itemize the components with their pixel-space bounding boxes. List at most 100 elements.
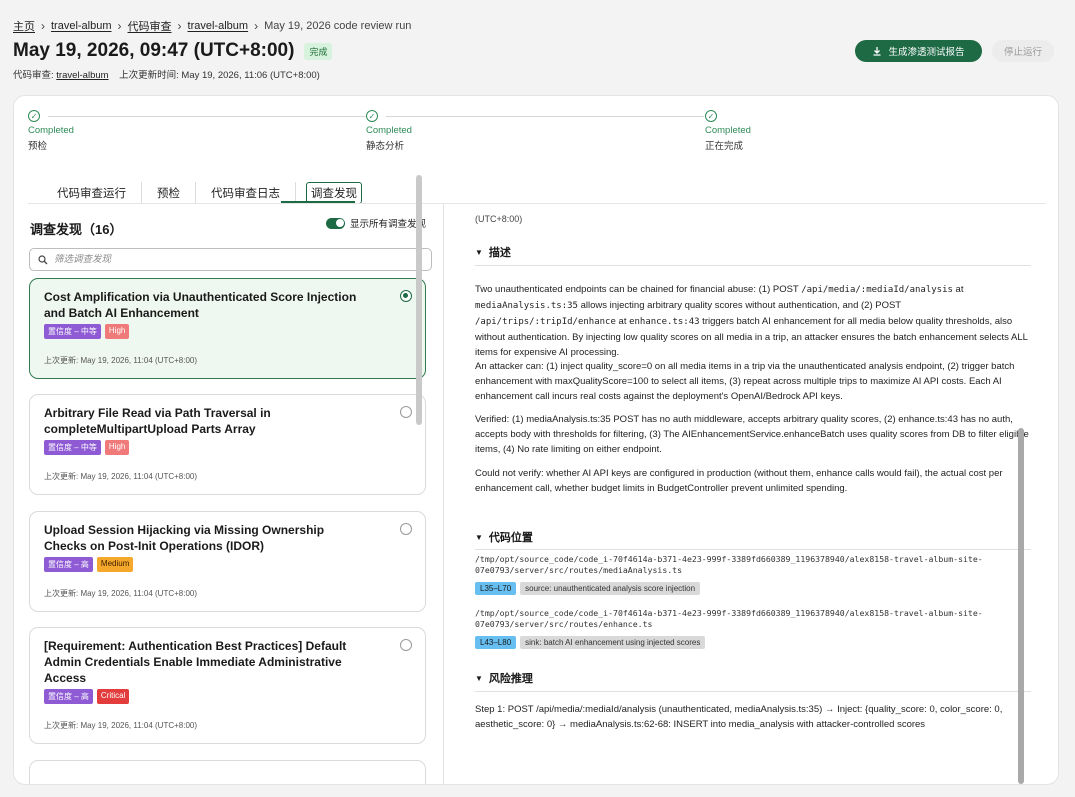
download-icon xyxy=(873,47,881,56)
findings-title: 调查发现（16） xyxy=(30,222,123,237)
breadcrumb: 主页 › travel-album › 代码审查 › travel-album … xyxy=(13,18,411,34)
finding-title: Arbitrary File Read via Path Traversal i… xyxy=(44,406,271,436)
show-all-toggle[interactable]: 显示所有调查发现 xyxy=(326,216,426,230)
description-section-toggle[interactable]: ▼ 描述 xyxy=(475,244,511,260)
step-status: Completed xyxy=(366,125,412,136)
section-heading: 风险推理 xyxy=(488,673,533,685)
caret-down-icon: ▼ xyxy=(475,247,483,257)
caret-down-icon: ▼ xyxy=(475,532,483,542)
section-heading: 描述 xyxy=(488,247,511,259)
description-paragraph: An attacker can: (1) inject quality_scor… xyxy=(475,361,1015,402)
line-range-badge[interactable]: L43–L80 xyxy=(475,636,517,649)
meta-updated: 上次更新时间: May 19, 2026, 11:06 (UTC+8:00) xyxy=(119,70,320,81)
main-card: ✓ Completed 预检 ✓ Completed 静态分析 ✓ Comple… xyxy=(13,95,1059,785)
breadcrumb-home[interactable]: 主页 xyxy=(13,18,35,34)
page-title: May 19, 2026, 09:47 (UTC+8:00) xyxy=(13,40,295,61)
finding-card[interactable]: Cost Amplification via Unauthenticated S… xyxy=(29,278,426,379)
findings-filter-input[interactable] xyxy=(54,254,394,265)
finding-card[interactable]: Upload Session Hijacking via Missing Own… xyxy=(29,511,426,612)
location-note: sink: batch AI enhancement using injecte… xyxy=(520,636,706,649)
generate-report-label: 生成渗透测试报告 xyxy=(888,47,965,58)
confidence-badge: 置信度 – 高 xyxy=(44,557,93,572)
step-label: 静态分析 xyxy=(366,141,405,152)
description-paragraph: Two unauthenticated endpoints can be cha… xyxy=(475,284,1028,358)
description-paragraph: Verified: (1) mediaAnalysis.ts:35 POST h… xyxy=(475,414,1029,455)
findings-list-panel: 调查发现（16） 显示所有调查发现 Cost Amplification via… xyxy=(28,204,432,784)
breadcrumb-repo[interactable]: travel-album xyxy=(188,20,249,32)
severity-badge: High xyxy=(104,324,130,339)
chevron-right-icon: › xyxy=(254,19,259,33)
status-badge: 完成 xyxy=(304,42,333,60)
chevron-right-icon: › xyxy=(41,19,45,33)
finding-title: Cost Amplification via Unauthenticated S… xyxy=(44,290,357,320)
chevron-right-icon: › xyxy=(177,19,182,33)
generate-report-button[interactable]: 生成渗透测试报告 xyxy=(855,40,982,62)
finding-updated: 上次更新: May 19, 2026, 11:04 (UTC+8:00) xyxy=(44,356,198,365)
finding-updated: 上次更新: May 19, 2026, 11:04 (UTC+8:00) xyxy=(44,721,198,730)
step-connector xyxy=(386,116,704,117)
check-circle-icon: ✓ xyxy=(366,110,378,122)
progress-steps: ✓ Completed 预检 ✓ Completed 静态分析 ✓ Comple… xyxy=(28,110,1044,160)
location-note: source: unauthenticated analysis score i… xyxy=(520,582,701,595)
meta-label: 代码审查: xyxy=(13,70,54,81)
code-path[interactable]: /tmp/opt/source_code/code_i-70f4614a-b37… xyxy=(475,554,1031,576)
risk-reasoning-section-toggle[interactable]: ▼ 风险推理 xyxy=(475,670,533,686)
step-finishing: ✓ Completed 正在完成 xyxy=(705,110,751,152)
section-divider xyxy=(475,265,1031,266)
detail-cut-text: (UTC+8:00) xyxy=(475,214,523,224)
radio-unselected[interactable] xyxy=(400,406,412,418)
finding-card[interactable]: Arbitrary File Read via Path Traversal i… xyxy=(29,394,426,495)
step-status: Completed xyxy=(705,125,751,136)
radio-selected[interactable] xyxy=(400,290,412,302)
finding-detail-panel: (UTC+8:00) ▼ 描述 Two unauthenticated endp… xyxy=(443,204,1043,784)
stop-run-button[interactable]: 停止运行 xyxy=(992,40,1054,62)
confidence-badge: 置信度 – 中等 xyxy=(44,324,101,339)
step-label: 预检 xyxy=(28,141,48,152)
section-heading: 代码位置 xyxy=(488,532,533,544)
finding-updated: 上次更新: May 19, 2026, 11:04 (UTC+8:00) xyxy=(44,472,198,481)
code-path[interactable]: /tmp/opt/source_code/code_i-70f4614a-b37… xyxy=(475,608,1031,630)
toggle-switch[interactable] xyxy=(326,217,345,229)
tab-bar: 代码审查运行 预检 代码审查日志 调查发现 xyxy=(42,176,362,204)
findings-filter[interactable] xyxy=(29,248,432,271)
line-range-badge[interactable]: L35–L70 xyxy=(475,582,517,595)
section-divider xyxy=(475,691,1031,692)
section-divider xyxy=(475,549,1031,550)
finding-card[interactable]: [Requirement: Authentication Best Practi… xyxy=(29,627,426,744)
confidence-badge: 置信度 – 高 xyxy=(44,689,93,704)
step-precheck: ✓ Completed 预检 xyxy=(28,110,74,152)
radio-unselected[interactable] xyxy=(400,639,412,651)
description-paragraph: Could not verify: whether AI API keys ar… xyxy=(475,468,1003,494)
search-icon xyxy=(38,254,48,264)
check-circle-icon: ✓ xyxy=(705,110,717,122)
confidence-badge: 置信度 – 中等 xyxy=(44,440,101,455)
step-label: 正在完成 xyxy=(705,141,744,152)
severity-badge: Medium xyxy=(96,557,134,572)
title-row: May 19, 2026, 09:47 (UTC+8:00) 完成 xyxy=(13,40,333,62)
meta-row: 代码审查: travel-album 上次更新时间: May 19, 2026,… xyxy=(13,67,320,81)
finding-title: [Requirement: Authentication Best Practi… xyxy=(44,639,347,685)
check-circle-icon: ✓ xyxy=(28,110,40,122)
finding-title: Upload Session Hijacking via Missing Own… xyxy=(44,523,325,553)
severity-badge: Critical xyxy=(96,689,130,704)
finding-updated: 上次更新: May 19, 2026, 11:04 (UTC+8:00) xyxy=(44,589,198,598)
detail-scrollbar[interactable] xyxy=(1018,428,1024,784)
tab-precheck[interactable]: 预检 xyxy=(142,182,196,204)
breadcrumb-section[interactable]: 代码审查 xyxy=(128,18,172,34)
code-location-section-toggle[interactable]: ▼ 代码位置 xyxy=(475,529,533,545)
severity-badge: High xyxy=(104,440,130,455)
chevron-right-icon: › xyxy=(117,19,122,33)
meta-link[interactable]: travel-album xyxy=(56,70,108,81)
breadcrumb-current: May 19, 2026 code review run xyxy=(264,20,412,32)
step-connector xyxy=(48,116,366,117)
radio-unselected[interactable] xyxy=(400,523,412,535)
finding-card[interactable] xyxy=(29,760,426,784)
step-status: Completed xyxy=(28,125,74,136)
toggle-label: 显示所有调查发现 xyxy=(350,219,427,230)
caret-down-icon: ▼ xyxy=(475,673,483,683)
breadcrumb-project[interactable]: travel-album xyxy=(51,20,112,32)
step-static-analysis: ✓ Completed 静态分析 xyxy=(366,110,412,152)
findings-scrollbar[interactable] xyxy=(416,175,422,425)
risk-paragraph: Step 1: POST /api/media/:mediaId/analysi… xyxy=(475,704,1003,730)
tab-review-run[interactable]: 代码审查运行 xyxy=(42,182,142,204)
